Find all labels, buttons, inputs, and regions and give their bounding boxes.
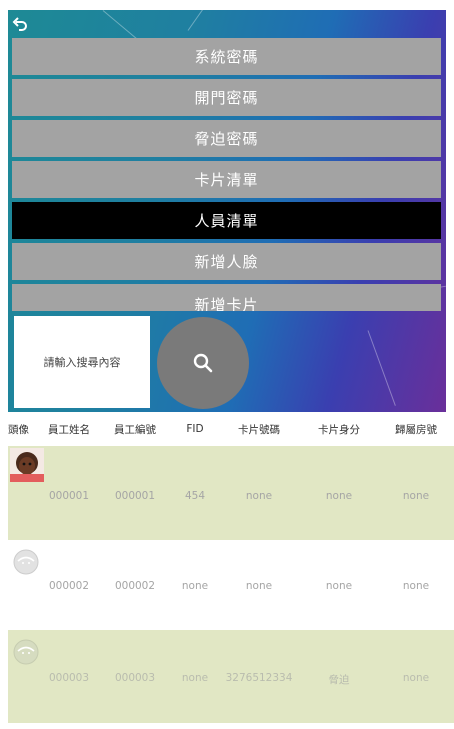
cell-name: 000003 — [48, 672, 90, 684]
menu-item-card-list[interactable]: 卡片清單 — [12, 161, 441, 198]
menu-item-add-card[interactable]: 新增卡片 — [12, 284, 441, 311]
cell-card: none — [245, 580, 273, 592]
cell-id: 000001 — [114, 490, 156, 502]
cell-room: none — [402, 490, 430, 502]
cell-role: none — [325, 580, 353, 592]
cell-name: 000001 — [48, 490, 90, 502]
cell-name: 000002 — [48, 580, 90, 592]
menu-item-personnel-list[interactable]: 人員清單 — [12, 202, 441, 239]
settings-menu: 系統密碼 開門密碼 脅迫密碼 卡片清單 人員清單 新增人臉 新增卡片 — [12, 38, 441, 311]
table-row[interactable]: 000003 000003 none 3276512334 脅迫 none — [8, 630, 454, 723]
cell-fid: 454 — [184, 490, 206, 502]
header-employee-id: 員工編號 — [114, 423, 156, 436]
header-card-role: 卡片身分 — [318, 423, 360, 436]
header-avatar: 頭像 — [8, 423, 29, 436]
header-employee-name: 員工姓名 — [48, 423, 90, 436]
menu-item-system-password[interactable]: 系統密碼 — [12, 38, 441, 75]
default-avatar-icon — [12, 638, 40, 666]
cell-card: 3276512334 — [225, 672, 293, 684]
row-cells: 000003 000003 none 3276512334 脅迫 none — [38, 672, 452, 687]
menu-item-duress-password[interactable]: 脅迫密碼 — [12, 120, 441, 157]
header-card-number: 卡片號碼 — [238, 423, 280, 436]
menu-item-add-face[interactable]: 新增人臉 — [12, 243, 441, 280]
menu-item-door-password[interactable]: 開門密碼 — [12, 79, 441, 116]
row-cells: 000002 000002 none none none none — [38, 580, 452, 592]
search-input[interactable]: 請輸入搜尋內容 — [14, 316, 150, 408]
cell-card: none — [245, 490, 273, 502]
table-row[interactable] — [8, 723, 454, 729]
cell-role: none — [325, 490, 353, 502]
cell-room: none — [402, 580, 430, 592]
search-icon — [193, 353, 213, 373]
table-row[interactable]: 000001 000001 454 none none none — [8, 446, 454, 540]
search-button[interactable] — [157, 317, 249, 409]
table-header: 頭像 員工姓名 員工編號 FID 卡片號碼 卡片身分 歸屬房號 — [8, 412, 454, 446]
header-fid: FID — [186, 423, 204, 435]
back-icon[interactable] — [12, 16, 30, 34]
avatar — [10, 448, 44, 482]
cell-role: 脅迫 — [328, 674, 350, 686]
default-avatar-icon — [12, 548, 40, 576]
cell-room: none — [402, 672, 430, 684]
cell-fid: none — [181, 580, 209, 592]
table-row[interactable]: 000002 000002 none none none none — [8, 540, 454, 630]
cell-fid: none — [181, 672, 209, 684]
header-room: 歸屬房號 — [395, 423, 437, 436]
row-cells: 000001 000001 454 none none none — [38, 490, 452, 502]
cell-id: 000002 — [114, 580, 156, 592]
cell-id: 000003 — [114, 672, 156, 684]
